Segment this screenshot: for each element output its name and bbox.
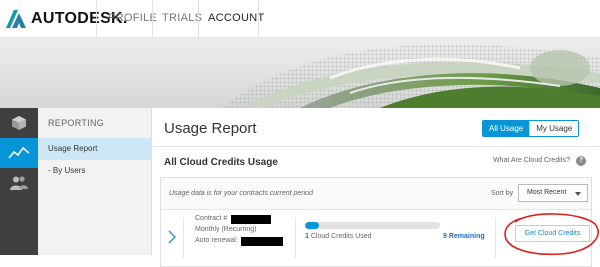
- sort-select[interactable]: Most Recent: [518, 184, 588, 202]
- all-usage-toggle[interactable]: All Usage: [483, 121, 530, 136]
- auto-renewal-label: Auto renewal:: [195, 237, 238, 244]
- nav-divider: [152, 0, 153, 38]
- nav-tab-profile[interactable]: PROFILE: [108, 12, 157, 24]
- header-divider: [152, 146, 600, 147]
- nav-tab-trials[interactable]: TRIALS: [162, 12, 202, 24]
- banner-artwork: [0, 38, 600, 108]
- credits-used-label: Cloud Credits Used: [310, 233, 372, 240]
- credits-remaining: 9 Remaining: [443, 233, 485, 240]
- contract-number-label: Contract #: [195, 215, 228, 222]
- left-icon-rail: [0, 108, 38, 255]
- nav-divider: [96, 0, 97, 38]
- credits-remaining-count: 9: [443, 233, 447, 240]
- section-title: All Cloud Credits Usage: [164, 157, 278, 168]
- caret-down-icon: [575, 192, 581, 196]
- redaction-mark: [241, 237, 283, 246]
- nav-divider: [258, 0, 259, 38]
- top-bar: AUTODESK. PROFILE TRIALS ACCOUNT: [0, 0, 600, 38]
- usage-view-toggle: All Usage My Usage: [482, 120, 580, 137]
- help-icon[interactable]: ?: [576, 156, 586, 166]
- rail-users-button[interactable]: [0, 168, 38, 198]
- subnav-item-by-users[interactable]: - By Users: [38, 160, 152, 182]
- sort-value: Most Recent: [527, 189, 567, 196]
- subnav-title: REPORTING: [48, 118, 105, 128]
- row-divider: [495, 218, 496, 258]
- my-usage-toggle[interactable]: My Usage: [529, 121, 579, 136]
- nav-tab-account[interactable]: ACCOUNT: [208, 12, 265, 24]
- contract-usage-card: Usage data is for your contracts current…: [160, 177, 599, 267]
- cube-icon: [12, 116, 26, 130]
- cloud-credits-help-link[interactable]: What Are Cloud Credits?: [493, 157, 570, 164]
- card-header: Usage data is for your contracts current…: [161, 178, 591, 210]
- credits-used-count: 1: [305, 233, 309, 240]
- credits-progress-bar: [305, 222, 440, 229]
- row-divider: [183, 218, 184, 258]
- redaction-mark: [231, 215, 271, 224]
- credits-remaining-label: Remaining: [448, 233, 485, 240]
- row-divider: [295, 218, 296, 258]
- reporting-subnav: REPORTING Usage Report - By Users: [38, 108, 152, 255]
- get-cloud-credits-button[interactable]: Get Cloud Credits: [515, 225, 590, 242]
- nav-divider: [198, 0, 199, 38]
- subnav-item-usage-report[interactable]: Usage Report: [38, 138, 152, 160]
- page-title: Usage Report: [164, 120, 257, 137]
- credits-used: 1 Cloud Credits Used: [305, 233, 372, 240]
- autodesk-logo-icon: [6, 10, 26, 28]
- chevron-right-icon[interactable]: [167, 230, 177, 244]
- main-content: Usage Report All Usage My Usage All Clou…: [152, 108, 600, 267]
- rail-products-button[interactable]: [0, 108, 38, 138]
- period-note: Usage data is for your contracts current…: [169, 190, 313, 197]
- users-icon: [10, 176, 28, 190]
- sort-label: Sort by: [491, 190, 514, 197]
- usage-chart-icon: [8, 146, 30, 159]
- rail-reporting-button[interactable]: [0, 138, 38, 168]
- hero-banner: [0, 38, 600, 108]
- contract-billing: Monthly (Recurring): [195, 226, 257, 233]
- credits-progress-fill: [305, 222, 319, 229]
